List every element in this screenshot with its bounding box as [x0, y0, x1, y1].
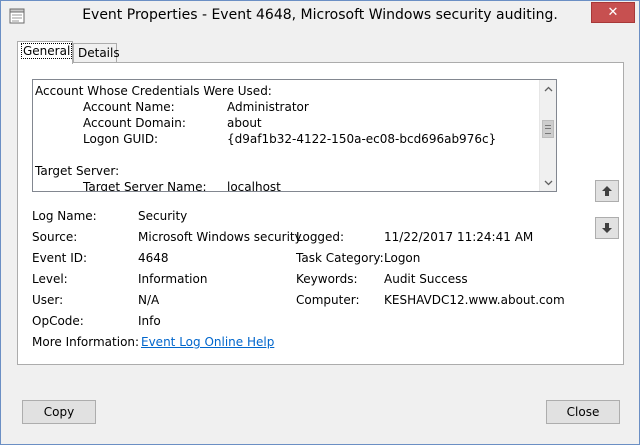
close-button[interactable]: Close [546, 400, 620, 424]
event-log-online-help-link[interactable]: Event Log Online Help [141, 335, 274, 349]
event-id-value: 4648 [138, 251, 169, 265]
user-label: User: [32, 293, 64, 307]
close-button-label: Close [566, 405, 600, 419]
scroll-thumb[interactable] [542, 120, 554, 138]
level-value: Information [138, 272, 208, 286]
source-value: Microsoft Windows security [138, 230, 302, 244]
computer-value: KESHAVDC12.www.about.com [384, 293, 565, 307]
desc-line: Target Server Name: localhost [83, 180, 281, 192]
opcode-value: Info [138, 314, 161, 328]
arrow-down-icon [602, 223, 612, 233]
source-label: Source: [32, 230, 78, 244]
copy-button-label: Copy [43, 405, 75, 419]
keywords-value: Audit Success [384, 272, 468, 286]
desc-line: Logon GUID: {d9af1b32-4122-150a-ec08-bcd6… [83, 132, 497, 146]
task-category-label: Task Category: [296, 251, 384, 265]
title-bar[interactable]: Event Properties - Event 4648, Microsoft… [1, 1, 639, 31]
opcode-label: OpCode: [32, 314, 84, 328]
scroll-up-button[interactable] [540, 80, 556, 97]
logged-label: Logged: [296, 230, 345, 244]
computer-label: Computer: [296, 293, 360, 307]
event-properties-window: Event Properties - Event 4648, Microsoft… [0, 0, 640, 445]
keywords-label: Keywords: [296, 272, 358, 286]
desc-line: Account Whose Credentials Were Used: [35, 84, 272, 98]
level-label: Level: [32, 272, 68, 286]
event-id-label: Event ID: [32, 251, 88, 265]
arrow-up-icon [602, 186, 612, 196]
scroll-down-button[interactable] [540, 174, 556, 191]
desc-line: Target Server: [35, 164, 120, 178]
tab-general[interactable]: General [17, 41, 73, 64]
log-name-label: Log Name: [32, 209, 97, 223]
tab-details-label: Details [78, 46, 120, 60]
user-value: N/A [138, 293, 160, 307]
desc-line [35, 147, 536, 163]
chevron-up-icon [544, 86, 553, 91]
tab-general-label: General [20, 43, 73, 59]
description-text: Account Whose Credentials Were Used: Acc… [35, 83, 536, 192]
general-tab-panel: Account Whose Credentials Were Used: Acc… [17, 62, 624, 365]
event-description-box[interactable]: Account Whose Credentials Were Used: Acc… [32, 79, 557, 192]
window-title: Event Properties - Event 4648, Microsoft… [82, 7, 558, 23]
description-scrollbar[interactable] [539, 80, 556, 191]
window-close-button[interactable]: ✕ [591, 2, 635, 23]
desc-line: Account Domain: about [83, 116, 262, 130]
event-viewer-icon [9, 8, 25, 24]
task-category-value: Logon [384, 251, 421, 265]
log-name-value: Security [138, 209, 188, 223]
more-information-label: More Information: [32, 335, 140, 349]
desc-line: Account Name: Administrator [83, 100, 309, 114]
next-event-button[interactable] [595, 217, 619, 239]
previous-event-button[interactable] [595, 180, 619, 202]
logged-value: 11/22/2017 11:24:41 AM [384, 230, 534, 244]
tab-details[interactable]: Details [73, 43, 120, 63]
copy-button[interactable]: Copy [22, 400, 96, 424]
close-icon: ✕ [607, 5, 619, 20]
chevron-down-icon [544, 180, 553, 185]
